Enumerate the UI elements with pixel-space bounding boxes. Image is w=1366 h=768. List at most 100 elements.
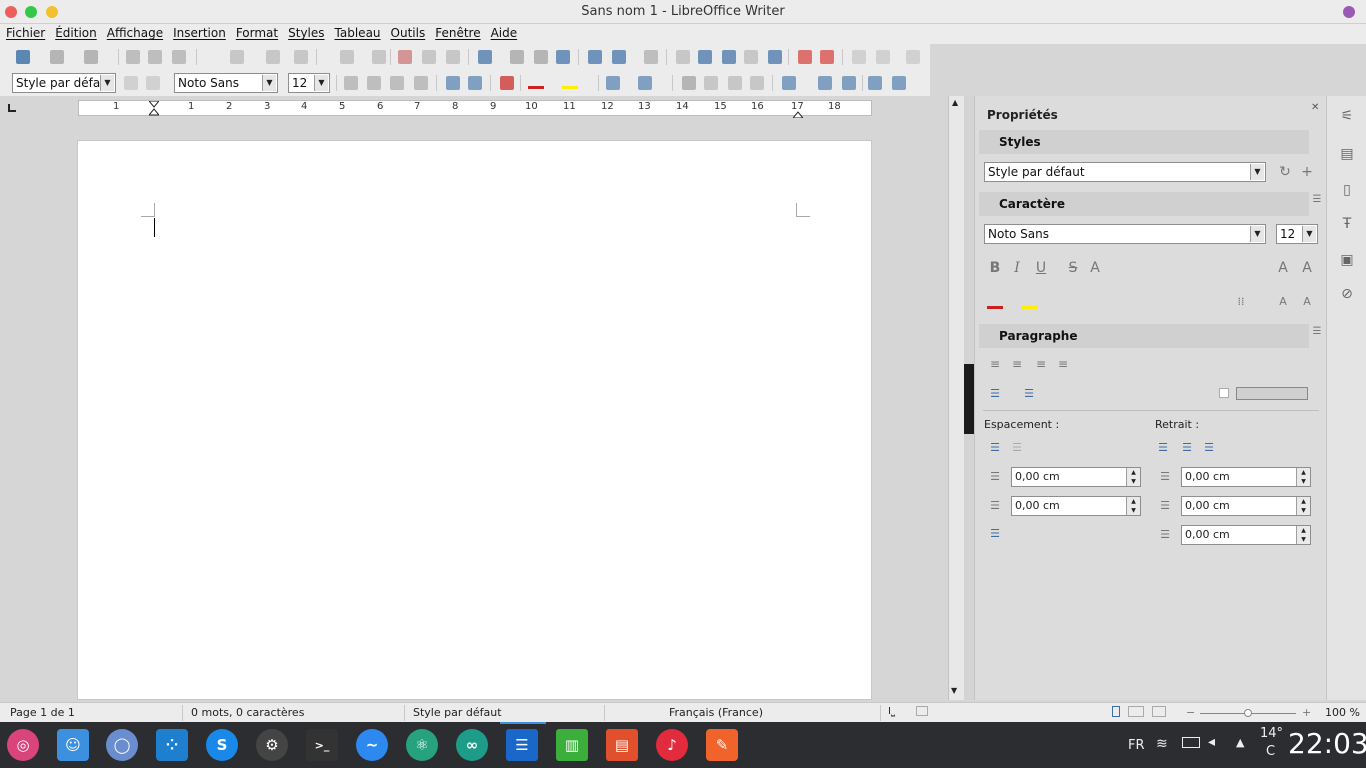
numbered-list-icon[interactable]: ☰ (1021, 386, 1037, 402)
decrease-indent-icon[interactable] (892, 76, 906, 90)
spin-buttons[interactable]: ▲ ▼ (1296, 468, 1310, 486)
paragraph-style-combo[interactable]: Style par défaut ▼ (12, 73, 116, 93)
subscript-icon[interactable]: A (1299, 294, 1315, 310)
line-spacing-icon[interactable] (782, 76, 796, 90)
arduino-icon[interactable]: ∞ (456, 729, 488, 761)
navigator-deck-icon[interactable]: ⊘ (1339, 286, 1355, 302)
terminal-icon[interactable]: >_ (306, 729, 338, 761)
print-preview-icon[interactable] (172, 50, 186, 64)
menu-outils[interactable]: Outils (386, 24, 431, 40)
update-style-icon[interactable] (124, 76, 138, 90)
spin-buttons[interactable]: ▲ ▼ (1126, 497, 1140, 515)
zoom-out-button[interactable]: − (1186, 706, 1195, 719)
file-manager-icon[interactable]: ☺ (57, 729, 89, 761)
menu-edition[interactable]: Édition (50, 24, 102, 40)
comment-icon[interactable] (798, 50, 812, 64)
track-changes-icon[interactable] (820, 50, 834, 64)
increase-spacing-icon[interactable] (818, 76, 832, 90)
gimp-icon[interactable]: ✎ (706, 729, 738, 761)
above-paragraph-spacing-input[interactable]: 0,00 cm ▲ ▼ (1011, 467, 1141, 487)
single-page-view-icon[interactable] (1112, 706, 1120, 717)
menu-affichage[interactable]: Affichage (102, 24, 168, 40)
new-style-icon[interactable] (146, 76, 160, 90)
undo-icon[interactable] (340, 50, 354, 64)
after-text-indent-input[interactable]: 0,00 cm ▲ ▼ (1181, 496, 1311, 516)
highlight-color-icon[interactable] (1021, 306, 1037, 309)
clock[interactable]: 22:03 (1288, 727, 1366, 760)
menu-insertion[interactable]: Insertion (168, 24, 231, 40)
zoom-slider-thumb[interactable] (1244, 709, 1252, 717)
sidebar-splitter[interactable] (964, 96, 974, 700)
spin-buttons[interactable]: ▲ ▼ (1296, 526, 1310, 544)
steam-icon[interactable]: ⚙ (256, 729, 288, 761)
strikethrough-icon[interactable] (414, 76, 428, 90)
italic-icon[interactable]: I (1009, 260, 1025, 276)
close-sidebar-icon[interactable]: ✕ (1311, 102, 1319, 113)
justify-icon[interactable] (750, 76, 764, 90)
bold-icon[interactable]: B (987, 260, 1003, 276)
insert-image-icon[interactable] (510, 50, 524, 64)
highlight-color-icon[interactable] (562, 86, 578, 89)
document-page[interactable] (77, 140, 872, 700)
scroll-down-icon[interactable]: ▼ (951, 686, 957, 695)
strikethrough-icon[interactable]: S (1065, 260, 1081, 276)
multi-page-view-icon[interactable] (1128, 706, 1144, 717)
launcher-icon[interactable]: ◎ (7, 729, 39, 761)
decrease-spacing-icon[interactable] (842, 76, 856, 90)
insert-field-icon[interactable] (612, 50, 626, 64)
character-spacing-icon[interactable]: ⁞⁞ (1233, 294, 1249, 310)
chevron-down-icon[interactable]: ▼ (262, 75, 276, 91)
italic-icon[interactable] (367, 76, 381, 90)
decrease-indent-icon[interactable]: ☰ (1179, 440, 1195, 456)
decrease-spacing-icon[interactable]: ☰ (1009, 440, 1025, 456)
line-icon[interactable] (852, 50, 866, 64)
chevron-down-icon[interactable]: ▼ (314, 75, 328, 91)
messenger-icon[interactable]: ~ (356, 729, 388, 761)
numbered-list-icon[interactable] (638, 76, 652, 90)
page-deck-icon[interactable]: ▤ (1339, 146, 1355, 162)
selection-mode-icon[interactable] (916, 706, 928, 716)
align-center-icon[interactable]: ≡ (1009, 356, 1025, 372)
spin-buttons[interactable]: ▲ ▼ (1126, 468, 1140, 486)
page-count[interactable]: Page 1 de 1 (10, 706, 75, 719)
cross-reference-icon[interactable] (768, 50, 782, 64)
align-right-icon[interactable] (728, 76, 742, 90)
music-icon[interactable]: ♪ (656, 729, 688, 761)
scroll-up-icon[interactable]: ▲ (952, 98, 958, 107)
clear-formatting-icon[interactable] (500, 76, 514, 90)
before-text-indent-input[interactable]: 0,00 cm ▲ ▼ (1181, 467, 1311, 487)
superscript-icon[interactable] (446, 76, 460, 90)
menu-aide[interactable]: Aide (486, 24, 523, 40)
line-spacing-icon[interactable]: ☰ (987, 526, 1003, 542)
gallery-deck-icon[interactable]: Ŧ (1339, 216, 1355, 232)
menu-fichier[interactable]: Fichier (1, 24, 50, 40)
chromium-icon[interactable]: ◯ (106, 729, 138, 761)
spelling-icon[interactable] (422, 50, 436, 64)
hyperlink-icon[interactable] (676, 50, 690, 64)
page-break-icon[interactable] (588, 50, 602, 64)
calc-icon[interactable]: ▥ (556, 729, 588, 761)
draw-functions-icon[interactable] (906, 50, 920, 64)
sidebar-font-combo[interactable]: Noto Sans ▼ (984, 224, 1266, 244)
right-indent-marker[interactable] (791, 108, 805, 119)
increase-indent-icon[interactable] (868, 76, 882, 90)
insert-mode-icon[interactable]: I⎵ (888, 706, 895, 717)
volume-icon[interactable]: ◂ (1208, 734, 1215, 750)
window-menu-button[interactable] (1343, 6, 1355, 18)
sidebar-collapse-handle[interactable] (964, 364, 974, 434)
chevron-down-icon[interactable]: ▼ (100, 75, 114, 91)
battery-icon[interactable] (1182, 737, 1200, 748)
vertical-scrollbar[interactable]: ▲ ▼ (948, 96, 964, 700)
properties-deck-icon[interactable]: ⚟ (1339, 108, 1355, 124)
bullet-list-icon[interactable] (606, 76, 620, 90)
image-deck-icon[interactable]: ▣ (1339, 252, 1355, 268)
below-paragraph-spacing-input[interactable]: 0,00 cm ▲ ▼ (1011, 496, 1141, 516)
background-color-icon[interactable] (1219, 388, 1229, 398)
find-replace-icon[interactable] (398, 50, 412, 64)
font-size-combo[interactable]: 12 ▼ (288, 73, 330, 93)
subscript-icon[interactable] (468, 76, 482, 90)
basic-shapes-icon[interactable] (876, 50, 890, 64)
tray-expand-icon[interactable]: ▲ (1236, 736, 1244, 749)
new-document-icon[interactable] (16, 50, 30, 64)
underline-icon[interactable]: U (1033, 260, 1049, 276)
